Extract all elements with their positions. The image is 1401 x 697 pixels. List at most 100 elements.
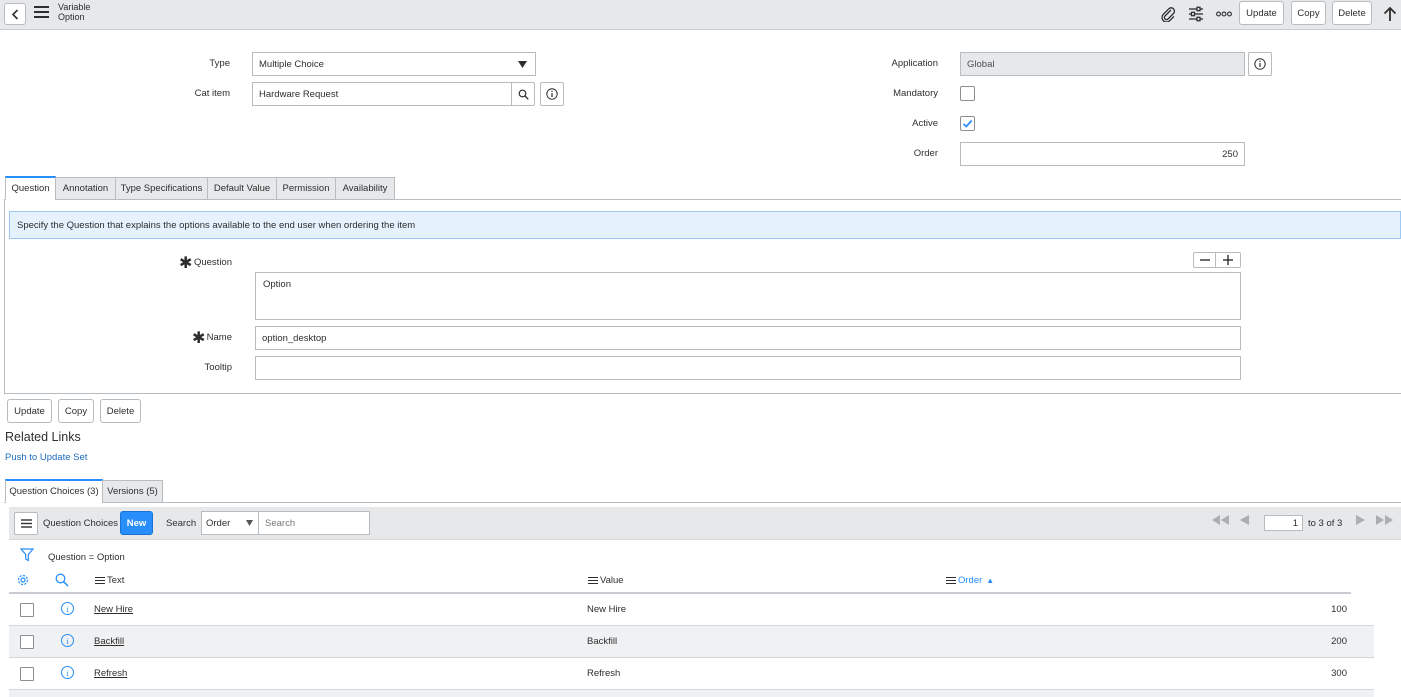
type-select[interactable]: Multiple Choice	[252, 52, 536, 76]
info-message: Specify the Question that explains the o…	[9, 211, 1401, 239]
tooltip-label: Tooltip	[204, 362, 232, 373]
column-menu-icon	[946, 575, 956, 586]
row-text-link[interactable]: New Hire	[94, 604, 133, 615]
bottom-delete-button[interactable]: Delete	[100, 399, 141, 423]
search-field-value: Order	[206, 517, 231, 529]
column-header-value[interactable]: Value	[588, 575, 624, 586]
name-field[interactable]: option_desktop	[255, 326, 1241, 350]
mandatory-label: Mandatory	[893, 88, 938, 99]
cat-item-label: Cat item	[194, 88, 230, 99]
next-page-icon[interactable]	[1356, 515, 1368, 529]
checkmark-icon	[962, 119, 973, 128]
cat-item-search-button[interactable]	[511, 82, 535, 106]
tooltip-field[interactable]	[255, 356, 1241, 380]
row-order: 100	[1331, 604, 1347, 615]
question-label: Question	[193, 257, 232, 268]
shrink-field-button[interactable]	[1193, 252, 1216, 268]
last-page-icon[interactable]	[1376, 515, 1396, 529]
push-to-update-set-link[interactable]: Push to Update Set	[5, 452, 87, 463]
table-row-partial	[9, 690, 1374, 697]
page-number-value: 1	[1292, 517, 1298, 529]
order-value: 250	[1222, 148, 1238, 160]
back-button[interactable]	[4, 3, 26, 25]
bottom-update-button[interactable]: Update	[7, 399, 52, 423]
row-text-link[interactable]: Backfill	[94, 636, 124, 647]
gear-icon[interactable]	[16, 573, 30, 590]
page-info: to 3 of 3	[1308, 518, 1343, 529]
tab-type-specifications[interactable]: Type Specifications	[115, 177, 208, 200]
row-text-link[interactable]: Refresh	[94, 668, 127, 679]
row-value: Backfill	[587, 636, 618, 647]
form-header: Variable Option Update Copy Delete	[0, 0, 1401, 30]
cat-item-value: Hardware Request	[259, 88, 339, 100]
sliders-icon[interactable]	[1186, 5, 1206, 23]
column-header-text-label: Text	[107, 575, 125, 586]
tab-permission[interactable]: Permission	[276, 177, 336, 200]
active-label: Active	[912, 118, 938, 129]
active-checkbox[interactable]	[960, 116, 975, 131]
filter-breadcrumb[interactable]: Question = Option	[48, 552, 125, 563]
order-field[interactable]: 250	[960, 142, 1245, 166]
new-button[interactable]: New	[120, 511, 153, 535]
back-arrow-icon	[11, 8, 18, 20]
cat-item-info-button[interactable]	[540, 82, 564, 106]
row-order: 300	[1331, 668, 1347, 679]
type-label: Type	[209, 58, 230, 69]
row-info-icon[interactable]: i	[61, 634, 74, 647]
tab-versions[interactable]: Versions (5)	[102, 480, 163, 503]
active-tab-joint	[6, 197, 55, 201]
row-info-icon[interactable]: i	[61, 666, 74, 679]
tab-default-value[interactable]: Default Value	[207, 177, 277, 200]
row-info-icon[interactable]: i	[61, 602, 74, 615]
active-related-tab-joint	[6, 501, 102, 504]
column-header-text[interactable]: Text	[95, 575, 124, 586]
expand-field-button[interactable]	[1215, 252, 1241, 268]
search-field-select[interactable]: Order	[201, 511, 259, 535]
list-search-input[interactable]	[258, 511, 370, 535]
bottom-copy-button[interactable]: Copy	[58, 399, 94, 423]
delete-button[interactable]: Delete	[1332, 1, 1372, 25]
mandatory-checkbox[interactable]	[960, 86, 975, 101]
column-menu-icon	[588, 575, 598, 586]
application-value: Global	[967, 58, 995, 70]
application-label: Application	[891, 58, 938, 69]
row-checkbox[interactable]	[20, 603, 34, 617]
related-tabs-divider	[4, 502, 1401, 503]
info-message-text: Specify the Question that explains the o…	[17, 219, 416, 231]
tab-availability[interactable]: Availability	[335, 177, 395, 200]
cat-item-field[interactable]: Hardware Request	[252, 82, 512, 106]
column-header-order[interactable]: Order ▲	[946, 575, 994, 586]
question-textarea[interactable]: Option	[255, 272, 1241, 320]
column-header-value-label: Value	[600, 575, 624, 586]
up-arrow-icon[interactable]	[1380, 5, 1400, 23]
record-type: Variable	[58, 2, 91, 12]
paperclip-icon[interactable]	[1158, 5, 1178, 23]
application-info-button[interactable]	[1248, 52, 1272, 76]
row-checkbox[interactable]	[20, 635, 34, 649]
search-icon[interactable]	[55, 573, 69, 590]
table-row: i Refresh Refresh 300	[9, 658, 1374, 690]
tab-question[interactable]: Question	[5, 176, 56, 199]
page-number-input[interactable]: 1	[1264, 515, 1303, 531]
related-links-title: Related Links	[5, 430, 81, 444]
hamburger-icon[interactable]	[34, 6, 49, 19]
update-button[interactable]: Update	[1239, 1, 1284, 25]
first-page-icon[interactable]	[1212, 515, 1232, 529]
search-label: Search	[166, 518, 197, 529]
type-value: Multiple Choice	[259, 58, 324, 70]
filter-icon[interactable]	[19, 548, 35, 565]
tab-question-choices[interactable]: Question Choices (3)	[5, 479, 103, 502]
question-value: Option	[263, 279, 291, 290]
minus-icon	[1199, 259, 1210, 261]
row-checkbox[interactable]	[20, 667, 34, 681]
list-title: Question Choices	[43, 518, 118, 529]
hamburger-icon	[20, 519, 32, 528]
name-value: option_desktop	[262, 332, 327, 344]
tab-annotation[interactable]: Annotation	[55, 177, 116, 200]
search-icon	[518, 89, 529, 100]
copy-button[interactable]: Copy	[1291, 1, 1326, 25]
more-icon[interactable]	[1214, 5, 1234, 23]
table-row: i Backfill Backfill 200	[9, 626, 1374, 658]
prev-page-icon[interactable]	[1240, 515, 1252, 529]
list-menu-button[interactable]	[14, 512, 38, 535]
